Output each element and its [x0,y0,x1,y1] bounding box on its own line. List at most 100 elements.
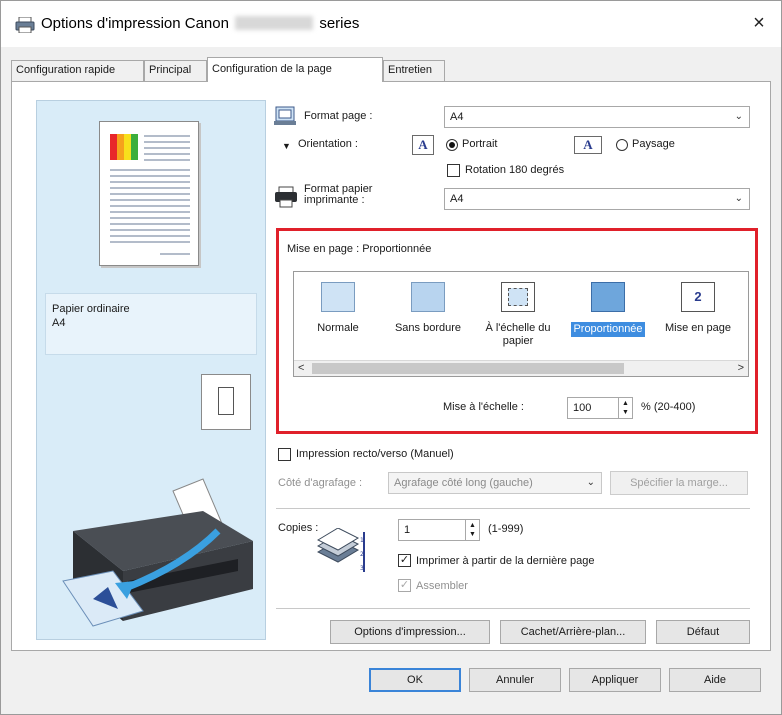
help-button[interactable]: Aide [669,668,761,692]
svg-text:2: 2 [360,551,364,558]
landscape-orientation-icon: A [574,136,602,154]
stamp-background-button[interactable]: Cachet/Arrière-plan... [500,620,646,644]
cancel-button[interactable]: Annuler [469,668,561,692]
collate-label: Assembler [416,580,468,592]
portrait-orientation-icon: A [412,135,434,155]
page-layout-heading: Mise en page : Proportionnée [287,243,432,255]
printer-paper-value: A4 [450,193,464,205]
page-size-value: A4 [450,111,464,123]
paper-info-box: Papier ordinaire A4 [45,293,257,355]
orientation-preview [201,374,251,430]
scaling-value: 100 [573,402,592,414]
duplex-checkbox[interactable] [278,448,291,461]
svg-text:3: 3 [360,565,364,572]
scaling-input[interactable]: 100 ▲ ▼ [567,397,633,419]
ok-button[interactable]: OK [369,668,461,692]
svg-text:1: 1 [360,537,364,544]
layout-normal-label: Normale [317,322,359,334]
page-layout-2up-icon: 2 [681,282,715,312]
duplex-label: Impression recto/verso (Manuel) [296,448,454,460]
printer-paper-icon [275,186,297,208]
title-bar: Options d'impression Canon series × [1,1,781,47]
sheet-icon [218,387,234,415]
layout-page-layout[interactable]: 2 Mise en page [656,282,740,335]
layout-normal[interactable]: Normale [296,282,380,335]
copies-stack-icon: 1 2 3 [316,528,365,572]
copies-range: (1-999) [488,523,524,535]
print-options-button[interactable]: Options d'impression... [330,620,490,644]
portrait-radio[interactable] [446,139,458,151]
print-preview: Papier ordinaire A4 [36,100,266,640]
scrollbar-thumb[interactable] [312,363,624,374]
specify-margin-button[interactable]: Spécifier la marge... [610,471,748,495]
copies-input[interactable]: 1 ▲ ▼ [398,519,480,541]
page-setup-panel: Papier ordinaire A4 Format page: A4 ⌄ ▼… [11,81,771,651]
divider [276,508,750,509]
bullet-icon: ▼ [282,141,291,151]
landscape-label: Paysage [632,138,675,150]
page-layout-list: Normale Sans bordure À l'échelle du papi… [293,271,749,377]
page-thumbnail [99,121,199,266]
rotate-180-checkbox[interactable] [447,164,460,177]
printer-paper-label-line2: imprimante : [304,194,365,206]
stapling-label: Côté d'agrafage : [278,477,363,489]
document-preview-image [110,134,190,255]
portrait-label: Portrait [462,138,498,150]
scroll-right-icon[interactable]: > [738,362,744,374]
scaling-label: Mise à l'échelle : [443,401,524,413]
collate-checkbox[interactable]: ✓ [398,579,411,592]
layout-borderless[interactable]: Sans bordure [386,282,470,335]
layout-borderless-label: Sans bordure [394,322,462,334]
rotate-180-label: Rotation 180 degrés [465,164,565,176]
normal-layout-icon [321,282,355,312]
copies-value: 1 [404,524,411,536]
orientation-label: Orientation : [298,138,358,150]
paper-type-text: Papier ordinaire [52,303,130,315]
tab-main[interactable]: Principal [144,60,207,81]
redacted-model-name [235,16,314,30]
tab-page-setup[interactable]: Configuration de la page [207,57,383,82]
printer-paper-select[interactable]: A4 ⌄ [444,188,750,210]
printer-paper-label: Format papier imprimante : [304,184,372,206]
paper-size-text: A4 [52,317,66,329]
scaled-layout-icon [591,282,625,312]
printer-illustration [62,478,253,627]
apply-button[interactable]: Appliquer [569,668,661,692]
layout-scrollbar[interactable]: < > [294,360,748,376]
landscape-radio[interactable] [616,139,628,151]
spin-arrows-icon[interactable]: ▲ ▼ [465,520,479,540]
stapling-select[interactable]: Agrafage côté long (gauche) ⌄ [388,472,602,494]
reverse-order-label: Imprimer à partir de la dernière page [416,555,595,567]
tab-maintenance[interactable]: Entretien [383,60,445,81]
layout-page-layout-label: Mise en page [664,322,732,334]
defaults-button[interactable]: Défaut [656,620,750,644]
spin-arrows-icon[interactable]: ▲ ▼ [618,398,632,418]
chevron-down-icon: ⌄ [586,477,595,488]
layout-scaled-label: Proportionnée [571,322,645,337]
print-options-dialog: Options d'impression Canon series × Conf… [0,0,782,715]
chevron-down-icon: ⌄ [734,193,743,204]
tab-quick-setup[interactable]: Configuration rapide [11,60,144,81]
divider [276,608,750,609]
title-prefix: Options d'impression Canon [41,15,229,32]
reverse-order-checkbox[interactable]: ✓ [398,554,411,567]
window-title: Options d'impression Canon series [41,15,359,32]
close-button[interactable]: × [747,11,771,35]
stapling-value: Agrafage côté long (gauche) [394,477,533,489]
page-size-icon [274,106,296,125]
layout-fit-to-page-label: À l'échelle du papier [485,322,551,347]
title-suffix: series [319,15,360,32]
page-layout-group: Mise en page : Proportionnée Normale San… [276,228,758,434]
chevron-down-icon: ⌄ [734,111,743,122]
printer-icon [15,17,35,33]
copies-label: Copies : [278,522,319,534]
fit-to-page-layout-icon [501,282,535,312]
layout-scaled[interactable]: Proportionnée [566,282,650,337]
page-size-label: Format page : [304,110,373,122]
tab-strip: Configuration rapide Principal Configura… [11,57,771,82]
borderless-layout-icon [411,282,445,312]
layout-fit-to-page[interactable]: À l'échelle du papier [476,282,560,348]
page-size-select[interactable]: A4 ⌄ [444,106,750,128]
scroll-left-icon[interactable]: < [298,362,304,374]
scaling-range: % (20-400) [641,401,696,413]
